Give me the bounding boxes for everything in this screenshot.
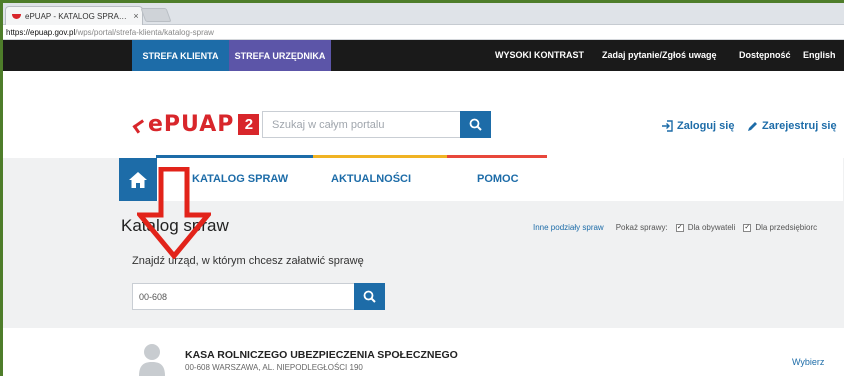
login-label: Zaloguj się [677, 120, 735, 132]
show-cases-label: Pokaż sprawy: [615, 223, 668, 232]
search-icon [363, 290, 376, 303]
entrepreneurs-label: Dla przedsiębiorc [755, 223, 818, 232]
logo-swoosh-icon [132, 118, 148, 134]
url-host: https://epuap.gov.pl [6, 28, 76, 37]
choose-link[interactable]: Wybierz [792, 357, 824, 367]
main-nav: KATALOG SPRAW AKTUALNOŚCI POMOC [157, 158, 843, 201]
high-contrast-link[interactable]: WYSOKI KONTRAST [495, 40, 584, 71]
portal-search [262, 111, 491, 138]
register-label: Zarejestruj się [762, 120, 837, 132]
logo-text: ePUAP [148, 111, 235, 137]
person-icon [139, 344, 165, 376]
pencil-icon [748, 121, 757, 131]
accessibility-link[interactable]: Dostępność [739, 40, 791, 71]
favicon-icon [12, 13, 21, 19]
entrepreneurs-checkbox[interactable]: ✓ [743, 223, 752, 232]
screenshot-frame: ePUAP - KATALOG SPRA… × https://epuap.go… [3, 3, 844, 376]
new-tab-button[interactable] [140, 8, 172, 22]
client-zone-tab[interactable]: STREFA KLIENTA [132, 40, 229, 71]
office-search-input[interactable] [133, 284, 355, 309]
list-item: KASA ROLNICZEGO UBEZPIECZENIA SPOŁECZNEG… [119, 328, 843, 376]
browser-tab[interactable]: ePUAP - KATALOG SPRA… × [5, 6, 143, 25]
close-icon[interactable]: × [130, 11, 142, 21]
url-path: /wps/portal/strefa-klienta/katalog-spraw [75, 28, 214, 37]
other-divisions-link[interactable]: Inne podziały spraw [533, 223, 604, 232]
official-zone-tab[interactable]: STREFA URZĘDNIKA [229, 40, 331, 71]
office-search-button[interactable] [354, 283, 385, 310]
portal-top-bar: STREFA KLIENTA STREFA URZĘDNIKA WYSOKI K… [3, 40, 844, 71]
citizens-checkbox[interactable]: ✓ [675, 223, 684, 232]
case-filters: Inne podziały spraw Pokaż sprawy: ✓ Dla … [533, 223, 817, 232]
login-icon [662, 120, 673, 132]
search-icon [469, 118, 482, 131]
portal-search-button[interactable] [460, 111, 491, 138]
address-bar[interactable]: https://epuap.gov.pl/wps/portal/strefa-k… [3, 25, 844, 40]
office-name: KASA ROLNICZEGO UBEZPIECZENIA SPOŁECZNEG… [185, 349, 458, 361]
language-link[interactable]: English [803, 40, 836, 71]
nav-item-aktualnosci[interactable]: AKTUALNOŚCI [331, 158, 411, 201]
nav-item-pomoc[interactable]: POMOC [477, 158, 519, 201]
office-search [132, 283, 385, 310]
epuap-logo[interactable]: ePUAP 2 [132, 111, 260, 137]
login-link[interactable]: Zaloguj się [661, 120, 734, 132]
tab-title: ePUAP - KATALOG SPRA… [25, 11, 127, 21]
arrow-down-icon [137, 167, 211, 259]
office-address: 00-608 WARSZAWA, AL. NIEPODLEGŁOŚCI 190 [185, 363, 363, 372]
register-link[interactable]: Zarejestruj się [747, 120, 837, 132]
citizens-label: Dla obywateli [687, 223, 736, 232]
feedback-link[interactable]: Zadaj pytanie/Zgłoś uwagę [602, 40, 717, 71]
logo-number: 2 [238, 113, 260, 135]
portal-header: ePUAP 2 Zaloguj się Zarejestruj się [3, 71, 844, 155]
portal-search-input[interactable] [263, 112, 461, 137]
browser-tab-strip: ePUAP - KATALOG SPRA… × [3, 3, 844, 25]
